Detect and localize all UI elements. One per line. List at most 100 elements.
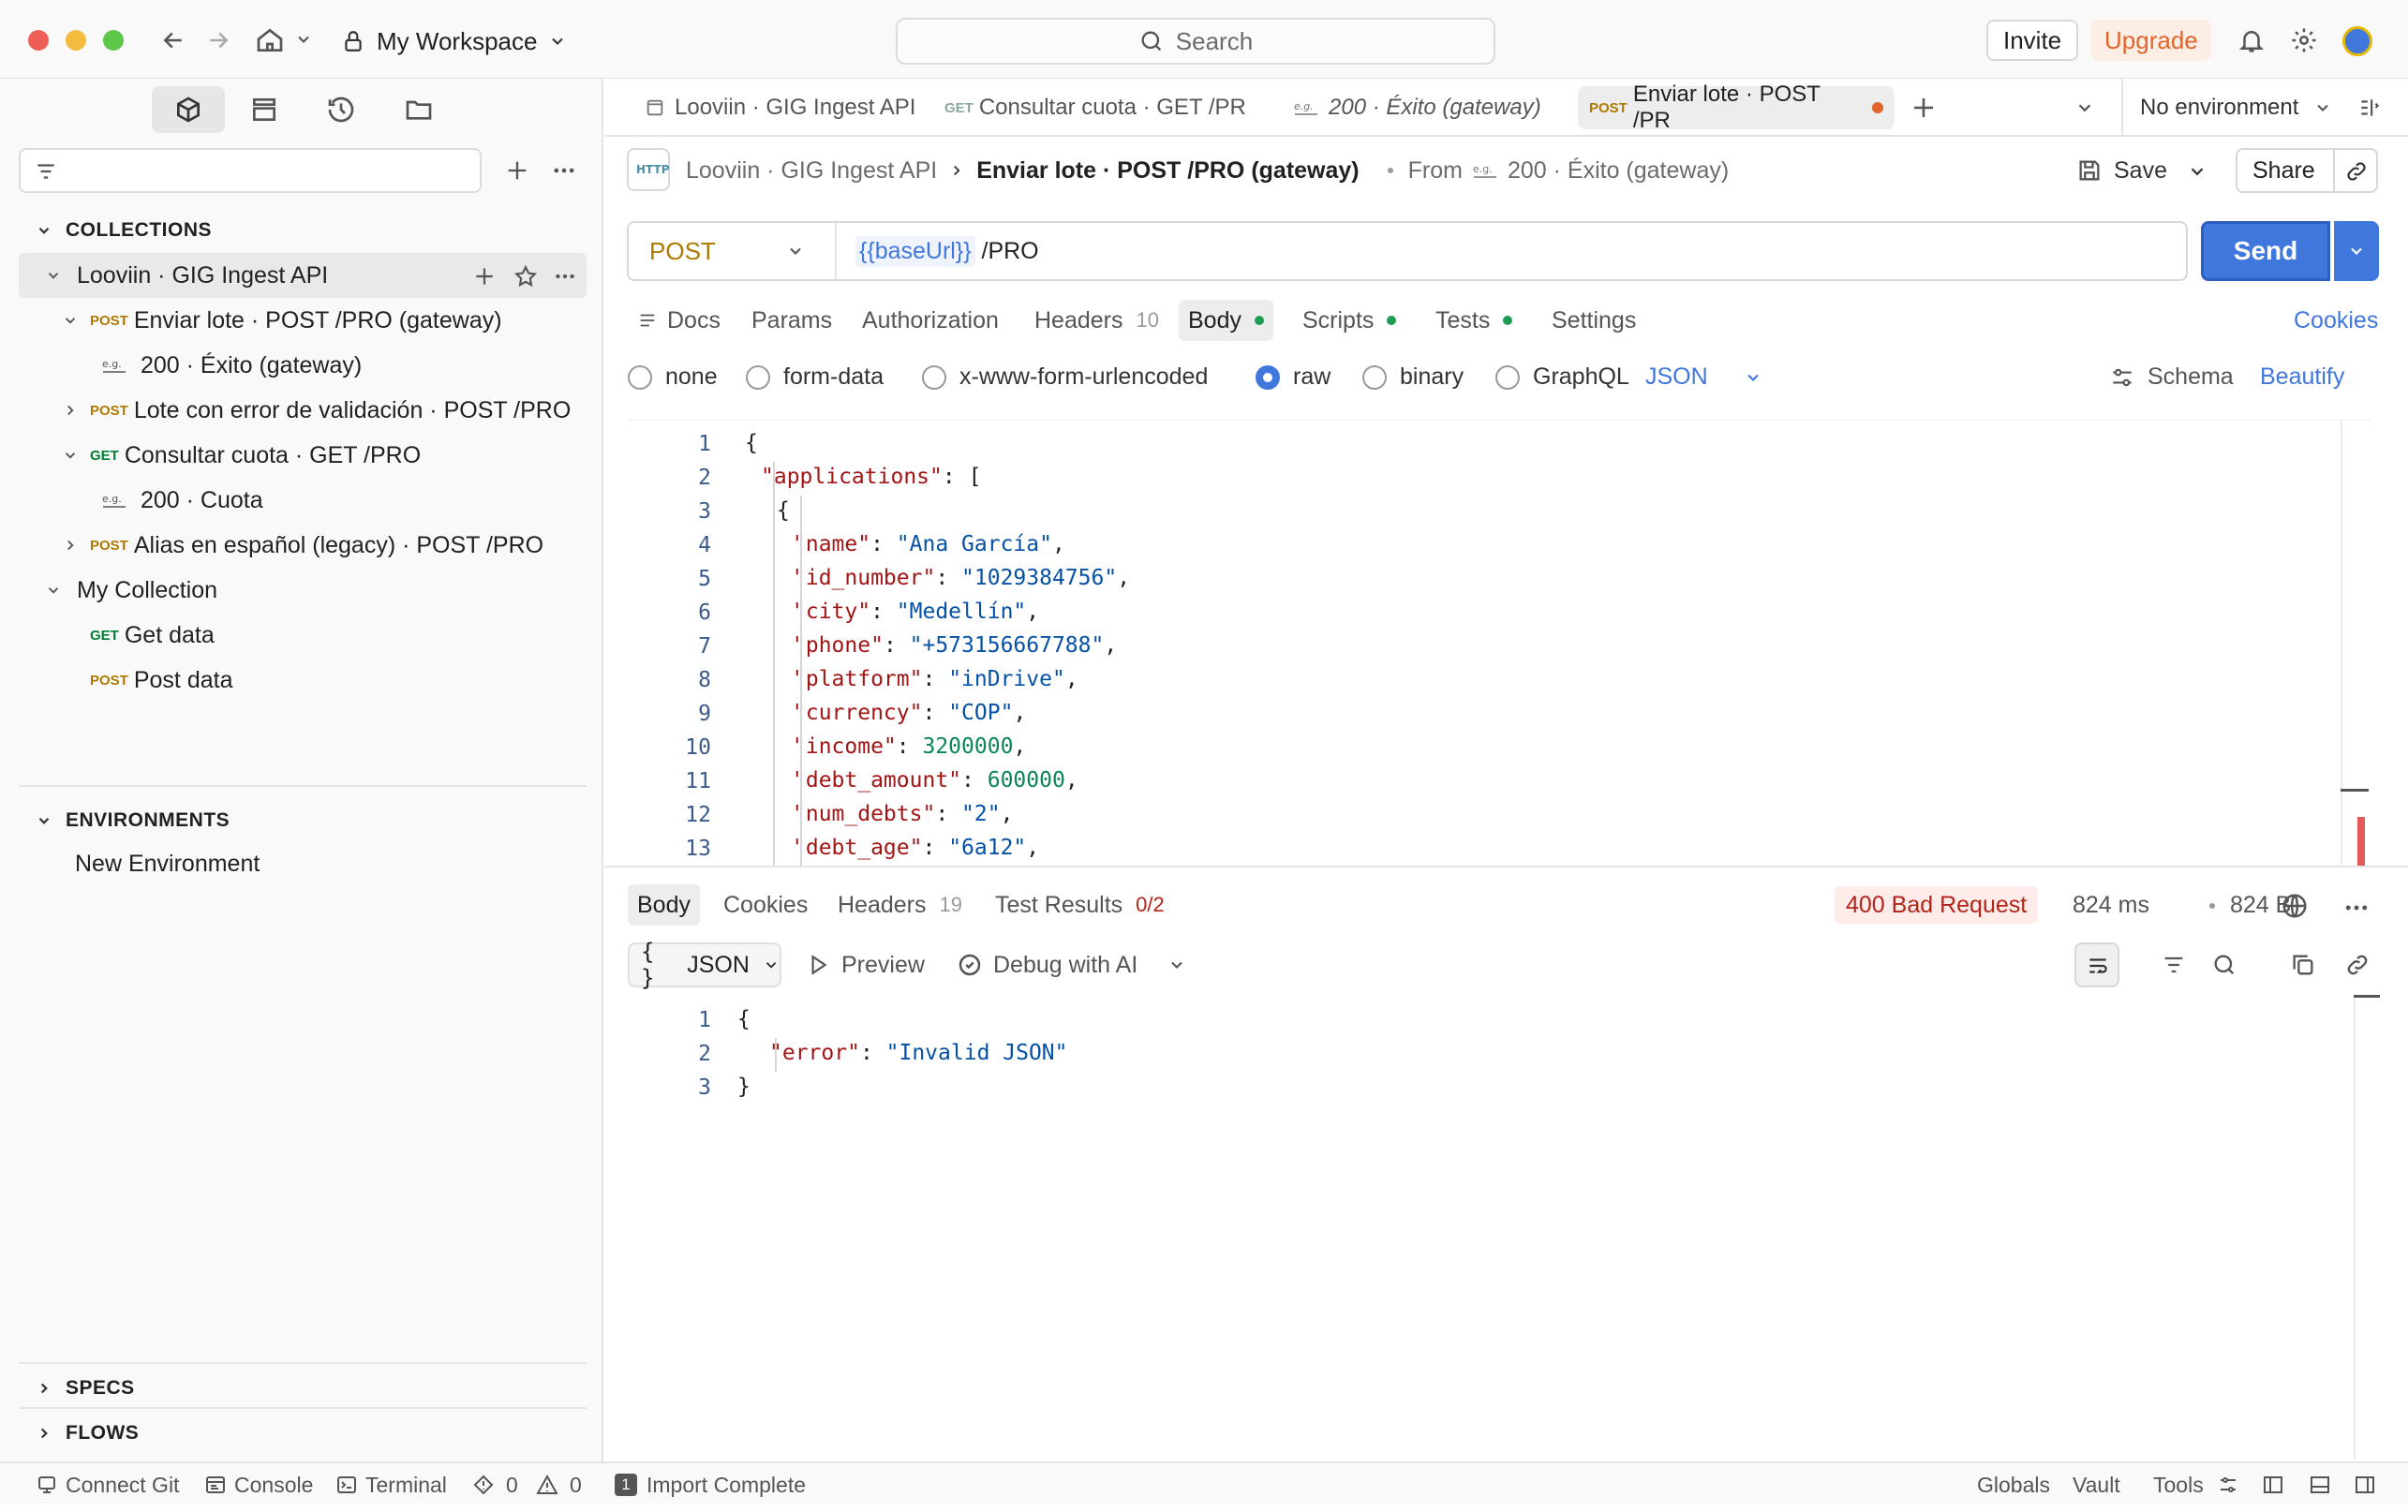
sidebar-request-enviar-lote[interactable]: POST Enviar lote · POST /PRO (gateway) [0, 298, 590, 343]
send-options-button[interactable] [2334, 221, 2379, 281]
chevron-down-icon[interactable] [1167, 956, 1186, 974]
sidebar-example-exito[interactable]: e.g. 200 · Éxito (gateway) [0, 343, 590, 388]
tab-scripts[interactable]: Scripts [1293, 300, 1405, 341]
debug-with-ai-button[interactable]: Debug with AI [956, 944, 1137, 986]
body-type-none[interactable]: none [628, 363, 718, 391]
more-options-icon[interactable] [551, 157, 577, 184]
environments-section-header[interactable]: ENVIRONMENTS [36, 804, 230, 838]
preview-button[interactable]: Preview [806, 944, 925, 986]
tools-button[interactable]: Tools [2153, 1463, 2204, 1506]
tab-example-exito[interactable]: e.g. 200 · Éxito (gateway) [1282, 86, 1553, 129]
minimize-window-button[interactable] [66, 30, 86, 51]
save-button[interactable]: Save [2076, 150, 2167, 191]
wrap-lines-toggle[interactable] [2074, 942, 2119, 987]
url-input[interactable]: {{baseUrl}} /PRO [855, 223, 1039, 279]
forward-arrow-icon[interactable] [204, 26, 232, 54]
back-arrow-icon[interactable] [159, 26, 187, 54]
tab-enviar-lote[interactable]: POST Enviar lote · POST /PR [1578, 82, 1895, 133]
schema-button[interactable]: Schema [2108, 363, 2234, 391]
warnings-indicator[interactable]: 0 [536, 1463, 582, 1506]
folder-icon[interactable] [403, 95, 435, 125]
method-select[interactable]: POST [629, 223, 837, 279]
body-type-graphql[interactable]: GraphQL [1495, 363, 1629, 391]
tab-authorization[interactable]: Authorization [853, 300, 1008, 341]
specs-section-header[interactable]: SPECS [36, 1370, 135, 1407]
copy-icon[interactable] [2290, 952, 2316, 978]
tab-params[interactable]: Params [742, 300, 841, 341]
settings-sliders-icon[interactable] [2217, 1474, 2239, 1496]
chevron-down-icon[interactable] [2187, 161, 2207, 182]
link-icon[interactable] [2344, 952, 2371, 978]
console-button[interactable]: Console [204, 1463, 313, 1506]
status-badge[interactable]: 400 Bad Request [1835, 886, 2039, 924]
body-type-binary[interactable]: binary [1362, 363, 1464, 391]
collections-nav-active[interactable] [152, 86, 225, 133]
tab-tests[interactable]: Tests [1426, 300, 1522, 341]
environments-nav-icon[interactable] [249, 95, 279, 125]
terminal-button[interactable]: Terminal [335, 1463, 447, 1506]
bell-icon[interactable] [2237, 26, 2266, 54]
connect-git-button[interactable]: Connect Git [36, 1463, 179, 1506]
tab-consultar-cuota[interactable]: GET Consultar cuota · GET /PR [933, 86, 1257, 129]
sidebar-request-lote-error[interactable]: POST Lote con error de validación · POST… [0, 388, 590, 433]
invite-button[interactable]: Invite [1986, 20, 2079, 61]
more-options-icon[interactable] [553, 264, 577, 289]
breadcrumb-request[interactable]: Enviar lote · POST /PRO (gateway) [976, 157, 1359, 185]
vault-button[interactable]: Vault [2073, 1463, 2120, 1506]
response-tab-test-results[interactable]: Test Results 0/2 [986, 884, 1174, 926]
global-search[interactable]: Search [896, 18, 1495, 65]
send-button[interactable]: Send [2201, 221, 2330, 281]
response-tab-headers[interactable]: Headers 19 [828, 884, 972, 926]
flows-section-header[interactable]: FLOWS [36, 1415, 139, 1452]
collections-section-header[interactable]: COLLECTIONS [36, 214, 212, 247]
tab-headers[interactable]: Headers 10 [1025, 300, 1168, 341]
environment-select[interactable]: No environment [2140, 86, 2332, 129]
sidebar-request-alias[interactable]: POST Alias en español (legacy) · POST /P… [0, 523, 590, 568]
sidebar-request-post-data[interactable]: POST Post data [0, 658, 590, 703]
sidebar-example-cuota[interactable]: e.g. 200 · Cuota [0, 478, 590, 523]
layout-right-icon[interactable] [2354, 1474, 2376, 1496]
layout-bottom-icon[interactable] [2309, 1474, 2331, 1496]
chevron-down-icon[interactable] [2074, 97, 2095, 118]
body-type-form-data[interactable]: form-data [746, 363, 884, 391]
from-example-link[interactable]: 200 · Éxito (gateway) [1508, 157, 1729, 185]
layout-left-icon[interactable] [2262, 1474, 2284, 1496]
sidebar-request-get-data[interactable]: GET Get data [0, 613, 590, 658]
import-status[interactable]: 1 Import Complete [615, 1463, 806, 1506]
response-format-select[interactable]: { } JSON [628, 939, 781, 991]
search-icon[interactable] [2211, 952, 2237, 978]
workspace-switcher[interactable]: My Workspace [341, 21, 567, 62]
errors-indicator[interactable]: 0 [472, 1463, 518, 1506]
upgrade-button[interactable]: Upgrade [2091, 20, 2211, 61]
history-icon[interactable] [326, 95, 356, 125]
network-globe-icon[interactable] [2281, 892, 2309, 920]
tab-docs[interactable]: Docs [628, 300, 730, 341]
close-window-button[interactable] [28, 30, 49, 51]
avatar[interactable] [2342, 26, 2372, 56]
collection-my-collection[interactable]: My Collection [0, 568, 590, 613]
cookies-link[interactable]: Cookies [2284, 300, 2387, 341]
response-body-viewer[interactable]: 1 {2 "error": "Invalid JSON" 3} [627, 997, 2351, 1109]
tab-settings[interactable]: Settings [1542, 300, 1645, 341]
star-icon[interactable] [513, 264, 538, 289]
filter-icon[interactable] [2161, 952, 2187, 978]
request-body-editor[interactable]: 1 {2 "applications": [3 {4 "name": "Ana Garc… [627, 420, 2371, 866]
sidebar-filter-input[interactable] [19, 148, 482, 193]
breadcrumb-collection[interactable]: Looviin · GIG Ingest API [686, 157, 937, 185]
more-options-icon[interactable] [2342, 894, 2371, 922]
globals-button[interactable]: Globals [1977, 1463, 2050, 1506]
body-type-raw[interactable]: raw [1256, 363, 1330, 391]
collection-looviin[interactable]: Looviin · GIG Ingest API [19, 253, 587, 298]
body-format-select[interactable]: JSON [1645, 363, 1762, 391]
right-panel-icon[interactable] [2357, 96, 2382, 120]
response-time[interactable]: 824 ms [2073, 886, 2149, 924]
sidebar-request-consultar-cuota[interactable]: GET Consultar cuota · GET /PRO [0, 433, 590, 478]
link-icon[interactable] [2344, 159, 2369, 184]
add-icon[interactable] [504, 157, 530, 184]
pane-divider[interactable] [605, 866, 2408, 867]
gear-icon[interactable] [2290, 26, 2318, 54]
beautify-button[interactable]: Beautify [2260, 363, 2344, 391]
response-tab-cookies[interactable]: Cookies [714, 884, 817, 926]
share-button[interactable]: Share [2252, 157, 2315, 185]
body-type-urlencoded[interactable]: x-www-form-urlencoded [922, 363, 1208, 391]
